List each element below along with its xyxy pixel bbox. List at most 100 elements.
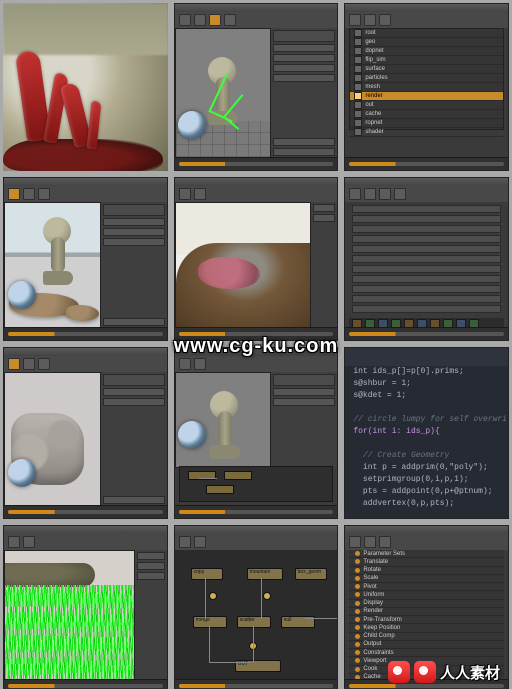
viewport[interactable] [175, 372, 276, 468]
outliner-row[interactable]: dopnet [350, 47, 503, 56]
param-row[interactable] [352, 205, 501, 213]
param-row[interactable] [273, 148, 335, 156]
outliner-row[interactable]: ropnet [350, 119, 503, 128]
toolbar-button[interactable] [379, 188, 391, 200]
inspector-row[interactable]: Parameter Sets [349, 550, 504, 558]
toolbar-button[interactable] [349, 188, 361, 200]
inspector-tree[interactable]: Parameter SetsTranslateRotateScalePivotU… [349, 550, 504, 682]
timeline[interactable] [345, 157, 508, 170]
toolbar-button[interactable] [379, 14, 391, 26]
outliner-row[interactable]: shader [350, 128, 503, 137]
param-row[interactable] [103, 204, 165, 216]
inspector-row[interactable]: Constraints [349, 649, 504, 657]
param-row[interactable] [103, 318, 165, 326]
timeline[interactable] [4, 679, 167, 689]
timeline[interactable] [345, 679, 508, 689]
timeline[interactable] [4, 327, 167, 340]
inspector-row[interactable]: Keep Position [349, 624, 504, 632]
outliner-row[interactable]: mesh [350, 83, 503, 92]
param-row[interactable] [103, 218, 165, 226]
param-row[interactable] [352, 295, 501, 303]
graph-dot[interactable] [209, 592, 217, 600]
param-row[interactable] [352, 215, 501, 223]
param-row[interactable] [313, 214, 335, 222]
outliner-row[interactable]: surface [350, 65, 503, 74]
timeline[interactable] [175, 327, 338, 340]
navball-icon[interactable] [8, 281, 36, 309]
param-row[interactable] [273, 54, 335, 62]
param-row[interactable] [352, 245, 501, 253]
toolbar-button[interactable] [349, 14, 361, 26]
timeline[interactable] [175, 505, 338, 518]
outliner-row[interactable]: out [350, 101, 503, 110]
param-row[interactable] [273, 44, 335, 52]
outliner-row[interactable]: root [350, 29, 503, 38]
toolbar-button[interactable] [38, 188, 50, 200]
toolbar-button[interactable] [179, 188, 191, 200]
param-row[interactable] [273, 398, 335, 406]
param-row[interactable] [352, 305, 501, 313]
inspector-row[interactable]: Viewport [349, 657, 504, 665]
graph-node[interactable]: mountain [247, 568, 283, 580]
param-row[interactable] [273, 30, 335, 42]
toolbar-button[interactable] [224, 14, 236, 26]
inspector-row[interactable]: Scale [349, 575, 504, 583]
inspector-row[interactable]: Rotate [349, 567, 504, 575]
outliner-row[interactable]: cache [350, 110, 503, 119]
toolbar-button[interactable] [394, 188, 406, 200]
inspector-row[interactable]: Child Comp [349, 633, 504, 641]
toolbar-button[interactable] [364, 188, 376, 200]
viewport[interactable] [175, 28, 276, 158]
timeline[interactable] [175, 679, 338, 689]
param-row[interactable] [352, 265, 501, 273]
timeline[interactable] [175, 157, 338, 170]
param-row[interactable] [273, 138, 335, 146]
toolbar-button[interactable] [194, 536, 206, 548]
param-row[interactable] [352, 285, 501, 293]
param-row[interactable] [137, 552, 165, 560]
outliner-row[interactable]: geo [350, 38, 503, 47]
toolbar-button[interactable] [23, 188, 35, 200]
param-row[interactable] [137, 562, 165, 570]
param-row[interactable] [273, 374, 335, 386]
toolbar-button[interactable] [179, 14, 191, 26]
param-row[interactable] [273, 74, 335, 82]
viewport[interactable] [4, 372, 105, 506]
outliner-row[interactable]: flip_sim [350, 56, 503, 65]
code-area[interactable]: int ids_p[]=p[0].prims; s@shbur = 1; s@k… [353, 366, 500, 512]
param-row[interactable] [137, 572, 165, 580]
param-row[interactable] [103, 228, 165, 236]
inspector-row[interactable]: Uniform [349, 591, 504, 599]
param-row[interactable] [352, 225, 501, 233]
inspector-row[interactable]: Render [349, 608, 504, 616]
toolbar-button[interactable] [38, 358, 50, 370]
toolbar-button[interactable] [194, 188, 206, 200]
outliner-tree[interactable]: rootgeodopnetflip_simsurfaceparticlesmes… [349, 28, 504, 130]
toolbar-button[interactable] [379, 536, 391, 548]
param-row[interactable] [103, 238, 165, 246]
param-row[interactable] [352, 275, 501, 283]
toolbar-button[interactable] [23, 536, 35, 548]
param-row[interactable] [103, 398, 165, 406]
param-row[interactable] [313, 204, 335, 212]
inspector-row[interactable]: Cook [349, 666, 504, 674]
outliner-row[interactable]: render [350, 92, 503, 101]
graph-node[interactable] [206, 485, 234, 494]
graph-dot[interactable] [263, 592, 271, 600]
param-row[interactable] [103, 388, 165, 396]
graph-node[interactable]: copy [191, 568, 223, 580]
param-row[interactable] [273, 64, 335, 72]
inspector-row[interactable]: Pre-Transform [349, 616, 504, 624]
toolbar-button[interactable] [364, 14, 376, 26]
toolbar-button[interactable] [194, 14, 206, 26]
param-row[interactable] [103, 496, 165, 504]
navball-icon[interactable] [8, 459, 36, 487]
node-graph[interactable]: copymountainbox_geommergescatternullOUT [175, 550, 338, 680]
timeline[interactable] [4, 505, 167, 518]
outliner-row[interactable]: particles [350, 74, 503, 83]
viewport[interactable] [4, 550, 139, 680]
inspector-row[interactable]: Display [349, 600, 504, 608]
toolbar-button[interactable] [364, 536, 376, 548]
inspector-row[interactable]: Pivot [349, 583, 504, 591]
navball-icon[interactable] [178, 421, 206, 449]
